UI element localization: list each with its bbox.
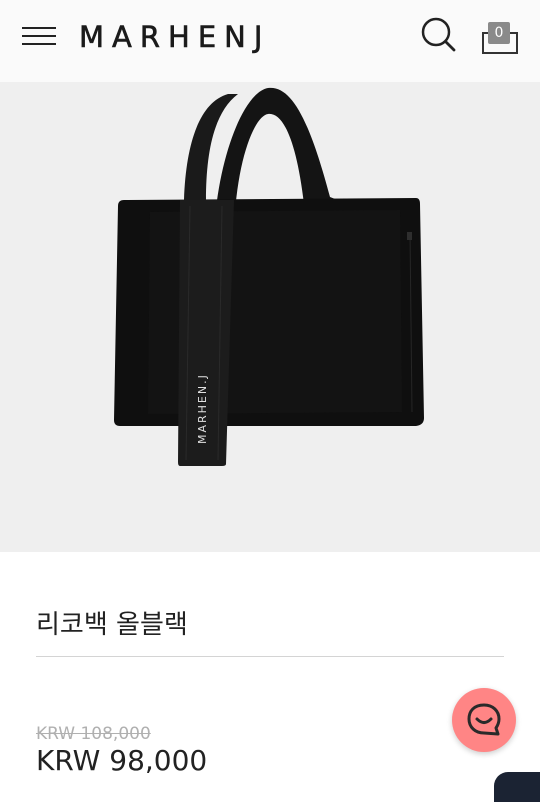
chat-bubble-icon [467, 703, 501, 736]
tote-bag-illustration: MARHEN.J [114, 87, 424, 466]
hamburger-menu-icon[interactable] [22, 25, 56, 47]
strap-brand-text: MARHEN.J [196, 373, 209, 444]
product-title: 리코백 올블랙 [36, 610, 188, 640]
brand-logo[interactable]: MARHENJ [79, 17, 270, 57]
divider [36, 656, 504, 657]
shopping-bag-icon[interactable]: 0 [480, 20, 520, 56]
cart-count-badge: 0 [488, 22, 510, 44]
chat-button[interactable] [452, 688, 516, 752]
product-image[interactable]: MARHEN.J [0, 82, 540, 552]
floating-widget-edge[interactable] [494, 772, 540, 802]
top-header: MARHENJ 0 [0, 0, 540, 82]
search-icon[interactable] [419, 16, 459, 56]
sale-price: KRW 98,000 [36, 744, 208, 777]
